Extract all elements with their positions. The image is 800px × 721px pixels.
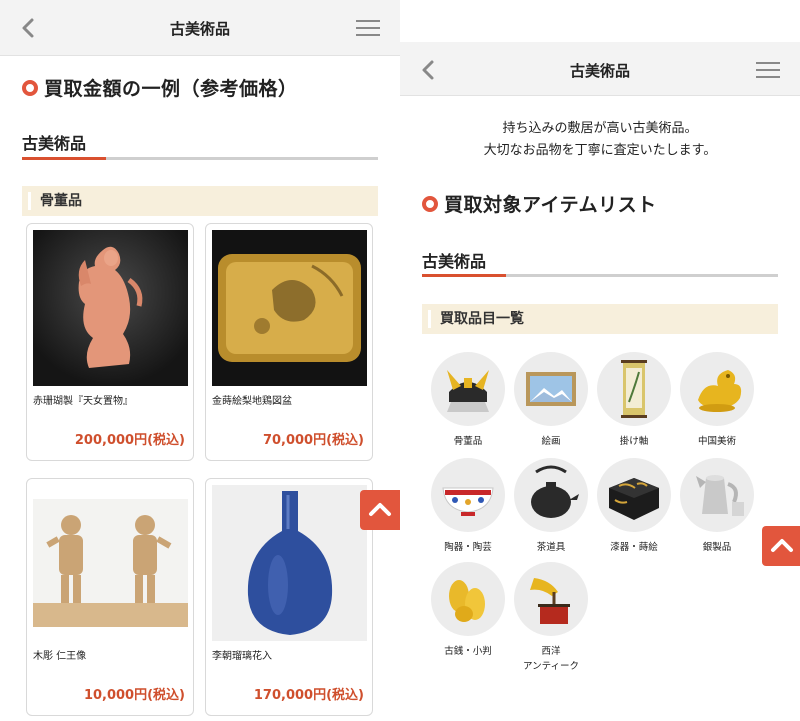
item-label: 古銭・小判 bbox=[444, 646, 492, 657]
product-price: 70,000円(税込) bbox=[262, 433, 364, 448]
product-price: 170,000円(税込) bbox=[253, 688, 364, 703]
circle-bullet-icon bbox=[22, 80, 38, 96]
scroll-to-top-button[interactable] bbox=[360, 490, 400, 530]
lacquer-box-icon bbox=[597, 458, 671, 532]
section-title-text: 買取金額の一例（参考価格） bbox=[44, 78, 298, 100]
item-label: 西洋 アンティーク bbox=[522, 646, 580, 672]
product-name: 赤珊瑚製『天女置物』 bbox=[33, 396, 133, 407]
item-paintings[interactable]: 絵画 bbox=[512, 352, 590, 449]
item-antiques[interactable]: 骨董品 bbox=[429, 352, 507, 449]
product-name: 金蒔絵梨地鶏図盆 bbox=[212, 396, 292, 407]
item-pottery[interactable]: 陶器・陶芸 bbox=[429, 458, 507, 555]
category-tab[interactable]: 古美術品 bbox=[422, 248, 486, 272]
item-label: 漆器・蒔絵 bbox=[610, 542, 658, 553]
product-card[interactable]: 金蒔絵梨地鶏図盆 70,000円(税込) bbox=[205, 223, 373, 461]
app-header: 古美術品 bbox=[400, 42, 800, 96]
category-tab[interactable]: 古美術品 bbox=[22, 130, 86, 154]
iron-teapot-icon bbox=[514, 458, 588, 532]
circle-bullet-icon bbox=[422, 196, 438, 212]
intro-line-2: 大切なお品物を丁寧に査定いたします。 bbox=[483, 143, 717, 158]
gold-dragon-icon bbox=[680, 352, 754, 426]
category-underline bbox=[422, 274, 778, 277]
item-label: 骨董品 bbox=[453, 436, 483, 447]
item-list-screen: 古美術品 持ち込みの敷居が高い古美術品。 大切なお品物を丁寧に査定いたします。 … bbox=[400, 0, 800, 721]
category-underline bbox=[22, 157, 378, 160]
hamburger-menu-icon[interactable] bbox=[756, 62, 780, 80]
gold-coin-icon bbox=[431, 562, 505, 636]
section-title: 買取金額の一例（参考価格） bbox=[22, 74, 298, 101]
item-hanging-scrolls[interactable]: 掛け軸 bbox=[595, 352, 673, 449]
sub-header-item-list: 買取品目一覧 bbox=[422, 304, 778, 334]
item-chinese-art[interactable]: 中国美術 bbox=[678, 352, 756, 449]
coral-figurine-image bbox=[33, 230, 188, 386]
chevron-up-icon bbox=[369, 503, 391, 516]
item-label: 陶器・陶芸 bbox=[444, 542, 492, 553]
product-name: 木彫 仁王像 bbox=[33, 651, 87, 662]
app-header: 古美術品 bbox=[0, 0, 400, 56]
item-old-coins[interactable]: 古銭・小判 bbox=[429, 562, 507, 659]
item-western-antiques[interactable]: 西洋 アンティーク bbox=[512, 562, 590, 674]
item-label: 茶道具 bbox=[536, 542, 566, 553]
item-tea-utensils[interactable]: 茶道具 bbox=[512, 458, 590, 555]
scroll-to-top-button[interactable] bbox=[762, 526, 800, 566]
intro-line-1: 持ち込みの敷居が高い古美術品。 bbox=[502, 121, 698, 136]
hamburger-menu-icon[interactable] bbox=[356, 20, 380, 38]
gramophone-icon bbox=[514, 562, 588, 636]
product-card[interactable]: 李朝瑠璃花入 170,000円(税込) bbox=[205, 478, 373, 716]
section-title: 買取対象アイテムリスト bbox=[422, 190, 657, 217]
hanging-scroll-icon bbox=[597, 352, 671, 426]
header-title: 古美術品 bbox=[169, 20, 230, 38]
header-title: 古美術品 bbox=[569, 62, 630, 80]
section-title-text: 買取対象アイテムリスト bbox=[444, 194, 657, 216]
item-silverware[interactable]: 銀製品 bbox=[678, 458, 756, 555]
product-card[interactable]: 赤珊瑚製『天女置物』 200,000円(税込) bbox=[26, 223, 194, 461]
lacquer-tray-image bbox=[212, 230, 367, 386]
porcelain-bowl-icon bbox=[431, 458, 505, 532]
product-price: 10,000円(税込) bbox=[83, 688, 185, 703]
item-lacquerware[interactable]: 漆器・蒔絵 bbox=[595, 458, 673, 555]
sub-header-antiques: 骨董品 bbox=[22, 186, 378, 216]
framed-painting-icon bbox=[514, 352, 588, 426]
item-label: 掛け軸 bbox=[619, 436, 649, 447]
price-examples-screen: 古美術品 買取金額の一例（参考価格） 古美術品 骨董品 赤珊瑚製『天女置物』 2… bbox=[0, 0, 400, 721]
product-name: 李朝瑠璃花入 bbox=[212, 651, 272, 662]
silver-teapot-icon bbox=[680, 458, 754, 532]
blue-vase-image bbox=[212, 485, 367, 641]
product-card[interactable]: 木彫 仁王像 10,000円(税込) bbox=[26, 478, 194, 716]
chevron-up-icon bbox=[771, 539, 793, 552]
product-price: 200,000円(税込) bbox=[74, 433, 185, 448]
item-label: 銀製品 bbox=[702, 542, 732, 553]
item-label: 中国美術 bbox=[697, 436, 736, 447]
item-label: 絵画 bbox=[541, 436, 561, 447]
kabuto-helmet-icon bbox=[431, 352, 505, 426]
wooden-guardian-statues-image bbox=[33, 499, 188, 627]
